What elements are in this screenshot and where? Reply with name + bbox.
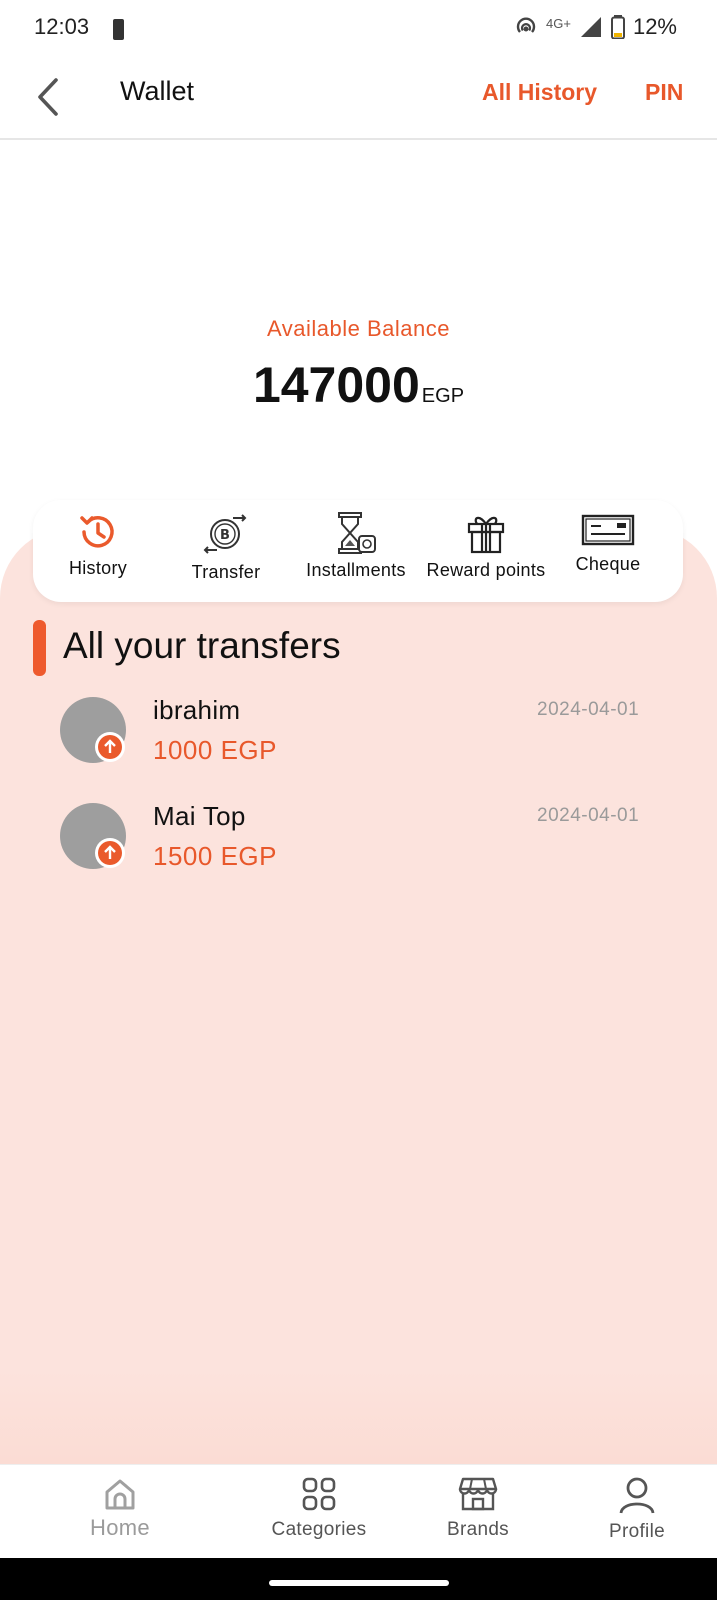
status-bar: 12:03 4G+ 12% (0, 0, 717, 58)
gift-icon (467, 516, 505, 554)
outgoing-arrow-badge (95, 838, 125, 868)
section-accent-bar (33, 620, 46, 676)
network-type: 4G+ (546, 15, 571, 31)
home-icon (105, 1479, 135, 1510)
balance-display: 147000 EGP (0, 356, 717, 414)
system-navigation-bar (0, 1558, 717, 1600)
action-history[interactable]: History (33, 510, 163, 579)
battery-small-icon (113, 19, 124, 40)
transfer-name: ibrahim (153, 695, 241, 725)
history-icon (80, 516, 114, 548)
bottom-navigation: Home Categories Brands Profile (0, 1464, 717, 1559)
status-icons: 4G+ 12% (514, 14, 677, 40)
transfer-amount: 1000 EGP (153, 735, 277, 765)
back-arrow-icon[interactable] (30, 74, 70, 120)
available-balance-label: Available Balance (267, 316, 450, 341)
transfer-amount: 1500 EGP (153, 841, 277, 871)
transfer-item[interactable]: ibrahim 1000 EGP 2024-04-01 (0, 695, 717, 787)
nav-brands[interactable]: Brands (413, 1475, 543, 1541)
action-history-label: History (68, 558, 128, 578)
all-history-link[interactable]: All History (482, 79, 597, 106)
content-background (0, 528, 717, 1464)
hourglass-money-icon (338, 512, 376, 554)
nav-profile[interactable]: Profile (572, 1475, 702, 1543)
signal-icon (580, 17, 601, 37)
action-cheque-label: Cheque (575, 554, 641, 574)
balance-currency: EGP (421, 385, 465, 407)
action-reward-points-label: Reward points (426, 560, 546, 580)
arrow-up-icon (104, 845, 116, 859)
page-title: Wallet (120, 76, 195, 106)
outgoing-arrow-badge (95, 732, 125, 762)
balance-amount: 147000 (252, 357, 420, 413)
action-reward-points[interactable]: Reward points (421, 510, 551, 581)
action-cheque[interactable]: Cheque (543, 510, 673, 575)
nav-categories[interactable]: Categories (254, 1475, 384, 1541)
store-icon (458, 1477, 498, 1511)
bitcoin-transfer-icon: B (203, 514, 247, 554)
nav-home-label: Home (90, 1515, 150, 1540)
hotspot-icon (516, 17, 536, 33)
transfer-name: Mai Top (153, 801, 246, 831)
action-installments-label: Installments (306, 560, 406, 580)
pin-link[interactable]: PIN (645, 79, 683, 106)
action-transfer-label: Transfer (191, 562, 261, 582)
home-gesture-handle[interactable] (269, 1580, 449, 1586)
nav-categories-label: Categories (271, 1519, 367, 1540)
transfer-date: 2024-04-01 (537, 805, 640, 826)
action-installments[interactable]: Installments (291, 510, 421, 581)
arrow-up-icon (104, 739, 116, 753)
categories-icon (302, 1477, 336, 1511)
nav-home[interactable]: Home (55, 1475, 185, 1541)
app-bar: Wallet All History PIN (0, 58, 717, 140)
nav-profile-label: Profile (609, 1521, 665, 1542)
wallet-actions-card: History B Transfer Installments Reward p… (33, 500, 683, 602)
action-transfer[interactable]: B Transfer (161, 510, 291, 583)
section-title: All your transfers (63, 625, 341, 666)
nav-brands-label: Brands (446, 1519, 509, 1540)
cheque-icon (581, 514, 635, 546)
profile-icon (619, 1477, 655, 1514)
battery-percent: 12% (632, 14, 677, 39)
svg-text:B: B (220, 528, 230, 543)
status-time: 12:03 (34, 14, 90, 39)
transfer-item[interactable]: Mai Top 1500 EGP 2024-04-01 (0, 801, 717, 893)
battery-icon (610, 15, 625, 39)
transfer-date: 2024-04-01 (537, 699, 640, 720)
